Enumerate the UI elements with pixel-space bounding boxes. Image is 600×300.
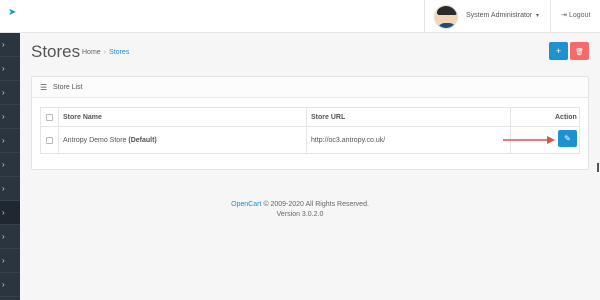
table-row: Antropy Demo Store (Default) http://oc3.… bbox=[41, 127, 579, 153]
sidebar-item[interactable]: › bbox=[0, 249, 20, 273]
chevron-right-icon: › bbox=[2, 280, 5, 289]
chevron-right-icon: › bbox=[2, 160, 5, 169]
store-name: Antropy Demo Store bbox=[63, 137, 127, 144]
panel-title: Store List bbox=[53, 84, 83, 91]
footer-copyright-line: OpenCart © 2009-2020 All Rights Reserved… bbox=[0, 200, 600, 210]
select-all-checkbox[interactable] bbox=[46, 114, 53, 121]
sidebar-item[interactable]: › bbox=[0, 33, 20, 57]
sidebar: › › › › › › › › › › › bbox=[0, 33, 20, 300]
column-header-action: Action bbox=[555, 114, 577, 121]
chevron-down-icon[interactable]: ▾ bbox=[536, 12, 539, 19]
column-header-store-name[interactable]: Store Name bbox=[63, 114, 102, 121]
trash-icon: 🗑 bbox=[575, 49, 584, 56]
logout-link[interactable]: Logout bbox=[569, 12, 590, 19]
store-url-cell: http://oc3.antropy.co.uk/ bbox=[311, 137, 386, 144]
header-divider bbox=[424, 0, 425, 33]
user-menu-name[interactable]: System Administrator bbox=[466, 12, 532, 19]
panel-heading: ☰ Store List bbox=[32, 77, 588, 98]
store-list-panel: ☰ Store List Store Name Store URL Action… bbox=[31, 76, 589, 170]
list-icon: ☰ bbox=[40, 83, 48, 92]
store-name-cell: Antropy Demo Store (Default) bbox=[63, 137, 157, 144]
breadcrumb-separator: › bbox=[103, 49, 107, 56]
delete-store-button[interactable]: 🗑 bbox=[570, 42, 589, 60]
chevron-right-icon: › bbox=[2, 40, 5, 49]
logo-icon[interactable]: ➤ bbox=[8, 8, 18, 18]
copyright-text: © 2009-2020 All Rights Reserved. bbox=[261, 201, 369, 208]
pencil-icon: ✎ bbox=[564, 134, 571, 143]
breadcrumb-home[interactable]: Home bbox=[82, 49, 101, 56]
footer: OpenCart © 2009-2020 All Rights Reserved… bbox=[0, 200, 600, 220]
sidebar-item[interactable]: › bbox=[0, 129, 20, 153]
sidebar-item[interactable]: › bbox=[0, 81, 20, 105]
edit-store-button[interactable]: ✎ bbox=[558, 130, 577, 147]
scrollbar-marker[interactable] bbox=[597, 163, 599, 172]
chevron-right-icon: › bbox=[2, 184, 5, 193]
default-label: (Default) bbox=[128, 137, 157, 144]
sidebar-item[interactable]: › bbox=[0, 57, 20, 81]
chevron-right-icon: › bbox=[2, 256, 5, 265]
page-title: Stores bbox=[31, 42, 81, 61]
chevron-right-icon: › bbox=[2, 232, 5, 241]
breadcrumb-stores[interactable]: Stores bbox=[109, 49, 129, 56]
column-header-store-url[interactable]: Store URL bbox=[311, 114, 345, 121]
sidebar-item[interactable]: › bbox=[0, 105, 20, 129]
chevron-right-icon: › bbox=[2, 136, 5, 145]
breadcrumb: Home › Stores bbox=[82, 49, 129, 56]
opencart-link[interactable]: OpenCart bbox=[231, 201, 261, 208]
annotation-arrow bbox=[503, 136, 555, 144]
store-table: Store Name Store URL Action Antropy Demo… bbox=[40, 107, 580, 154]
table-header-row: Store Name Store URL Action bbox=[41, 108, 579, 127]
header-divider bbox=[550, 0, 551, 33]
sidebar-item[interactable]: › bbox=[0, 153, 20, 177]
sidebar-item[interactable]: › bbox=[0, 177, 20, 201]
chevron-right-icon: › bbox=[2, 88, 5, 97]
chevron-right-icon: › bbox=[2, 64, 5, 73]
add-store-button[interactable]: + bbox=[549, 42, 568, 60]
top-header: ➤ System Administrator ▾ ⇥ Logout bbox=[0, 0, 600, 33]
sidebar-item[interactable]: › bbox=[0, 225, 20, 249]
row-checkbox[interactable] bbox=[46, 137, 53, 144]
logout-icon[interactable]: ⇥ bbox=[561, 11, 567, 19]
version-text: Version 3.0.2.0 bbox=[276, 211, 324, 218]
avatar[interactable] bbox=[434, 5, 458, 29]
chevron-right-icon: › bbox=[2, 112, 5, 121]
plus-icon: + bbox=[555, 46, 562, 56]
sidebar-item[interactable]: › bbox=[0, 273, 20, 297]
